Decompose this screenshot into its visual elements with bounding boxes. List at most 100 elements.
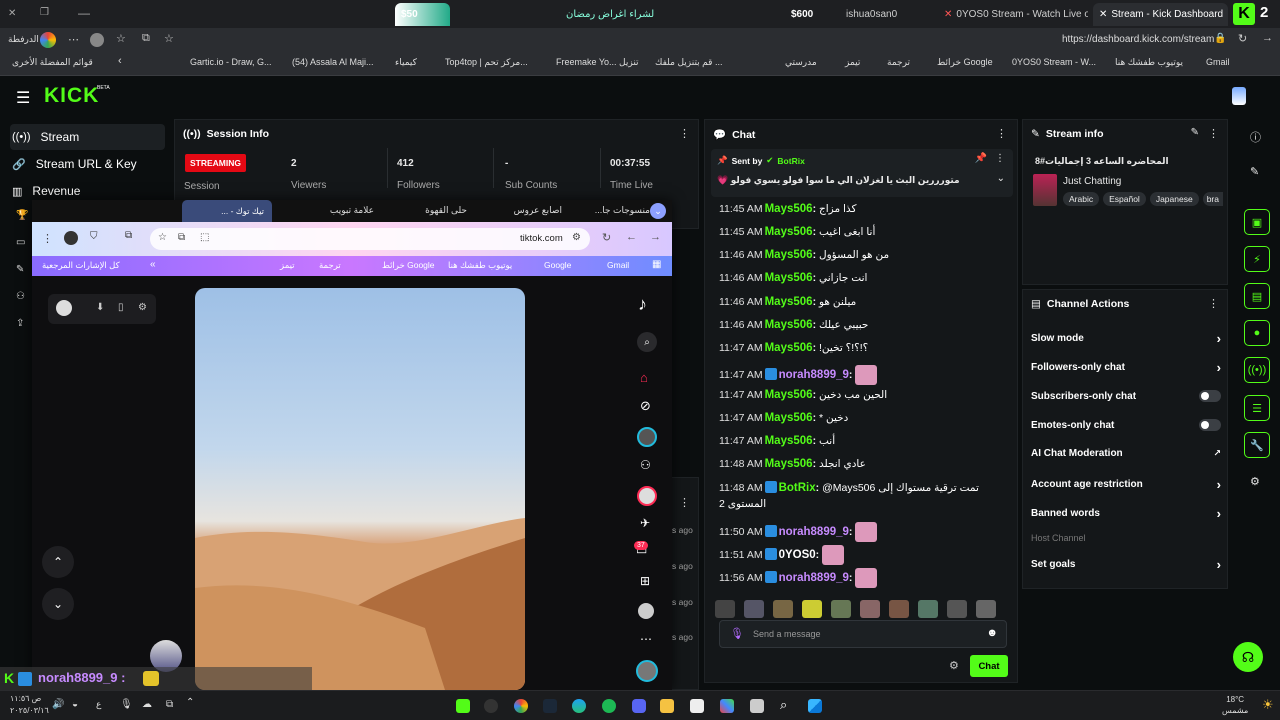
rail-button-chat[interactable]: ●: [1244, 320, 1270, 346]
message-username[interactable]: Mays506: [765, 296, 813, 308]
nav-stream[interactable]: ((•)) Stream: [12, 130, 79, 144]
close-tab-icon[interactable]: ✕: [1099, 9, 1107, 20]
tiktok-tab[interactable]: منسوجات جا...: [572, 205, 650, 216]
message-username[interactable]: Mays506: [765, 249, 813, 261]
chat-message[interactable]: 11:47 AM Mays506: !؟!؟!؟ تخين: [719, 342, 868, 354]
bookmark-item[interactable]: خرائط Google: [382, 260, 435, 271]
chat-message[interactable]: 11:46 AM Mays506: ميلنن هو: [719, 296, 856, 308]
screenshot-icon[interactable]: ⬚: [200, 232, 209, 243]
rail-button-bolt[interactable]: ⚡: [1244, 246, 1270, 272]
more-icon[interactable]: ⋮: [679, 127, 690, 140]
bookmark-item[interactable]: ترجمة: [887, 57, 910, 68]
bookmark-item[interactable]: يوتيوب طفشك هنا: [448, 260, 512, 271]
profile-label[interactable]: الدرفطة: [8, 34, 39, 45]
site-info-icon[interactable]: ⚙: [572, 232, 581, 243]
user-avatar[interactable]: [1232, 87, 1246, 105]
wifi-icon[interactable]: ◒: [72, 699, 78, 710]
bookmark-item[interactable]: كيمياء: [395, 57, 417, 68]
phone-icon[interactable]: ▯: [118, 302, 124, 313]
menu-dots-icon[interactable]: ⋯: [68, 33, 79, 46]
tiktok-tab-active[interactable]: تيك توك - ...: [182, 200, 272, 222]
chat-message[interactable]: 11:47 AM Mays506: أنب: [719, 435, 835, 447]
close-window-icon[interactable]: ✕: [8, 8, 16, 19]
upload-icon[interactable]: ⊞: [640, 574, 650, 588]
chat-message[interactable]: 11:46 AM Mays506: انت جازاني: [719, 272, 867, 284]
bookmark-item[interactable]: تيمز: [845, 57, 860, 68]
home-icon[interactable]: ⌂: [640, 370, 648, 385]
discord-icon[interactable]: [632, 699, 646, 713]
search-icon[interactable]: ⌕: [780, 697, 787, 713]
volume-icon[interactable]: 🔊: [52, 699, 64, 710]
chat-message[interactable]: 11:50 AM norah8899_9:: [719, 522, 878, 542]
emote-icon[interactable]: [918, 600, 938, 618]
steam-icon[interactable]: [543, 699, 557, 713]
more-icon[interactable]: ⋮: [1208, 297, 1219, 310]
profile-icon[interactable]: [638, 603, 654, 619]
gear-icon[interactable]: ⚙: [949, 659, 959, 672]
obs-icon[interactable]: [484, 699, 498, 713]
message-username[interactable]: norah8899_9: [779, 526, 849, 538]
more-icon[interactable]: ⋮: [996, 127, 1007, 140]
scroll-down-button[interactable]: ⌄: [42, 588, 74, 620]
more-icon[interactable]: ⋮: [679, 496, 690, 509]
emote-icon[interactable]: [831, 600, 851, 618]
upload-icon[interactable]: ⇪: [16, 318, 24, 329]
emote-icon[interactable]: [947, 600, 967, 618]
following-avatar[interactable]: [637, 427, 657, 447]
tiktok-url-field[interactable]: ☆ ⧉ ⬚ tiktok.com ⚙: [150, 228, 590, 250]
emote-icon[interactable]: [715, 600, 735, 618]
network-icon[interactable]: ⧉: [166, 699, 173, 710]
trophy-icon[interactable]: 🏆: [16, 210, 28, 221]
emote-icon[interactable]: [860, 600, 880, 618]
tab-oyoso-stream[interactable]: ✕ 0YOS0 Stream - Watch Live on Kick: [938, 3, 1088, 26]
message-username[interactable]: Mays506: [765, 389, 813, 401]
emote-icon[interactable]: [976, 600, 996, 618]
extensions-icon[interactable]: ⧉: [125, 230, 132, 241]
file-explorer-icon[interactable]: [660, 699, 674, 713]
pinned-message[interactable]: 📌 Sent by ✔ BotRix متورررين البث يا لغزل…: [711, 149, 1013, 197]
forward-icon[interactable]: ←: [626, 231, 637, 243]
puzzle-icon[interactable]: ⚙: [1250, 475, 1260, 488]
add-favorite-icon[interactable]: ☆: [164, 32, 174, 45]
emotes-only-toggle[interactable]: [1199, 419, 1221, 431]
action-slow-mode[interactable]: Slow mode ›: [1031, 331, 1221, 346]
tab-ishua[interactable]: ishua0san0: [840, 3, 930, 26]
store-icon[interactable]: [690, 699, 704, 713]
extension-icon[interactable]: ⛉: [90, 231, 98, 242]
mic-icon[interactable]: 🎙: [120, 699, 133, 710]
back-icon[interactable]: →: [650, 231, 661, 243]
chat-message[interactable]: 11:47 AM norah8899_9:: [719, 365, 878, 385]
bookmark-item[interactable]: Gmail: [607, 260, 629, 270]
rail-button-wrench[interactable]: 🔧: [1244, 432, 1270, 458]
message-username[interactable]: Mays506: [765, 342, 813, 354]
chat-message[interactable]: 11:48 AM BotRix: @Mays506 تمت ترقية مستوا…: [719, 481, 979, 494]
unpin-icon[interactable]: 📌: [975, 153, 987, 164]
tab-promo-50[interactable]: $50: [395, 3, 450, 26]
rail-button-camera[interactable]: ▣: [1244, 209, 1270, 235]
search-icon[interactable]: ⌕: [637, 332, 657, 352]
close-tab-icon[interactable]: ✕: [944, 9, 952, 20]
download-icon[interactable]: ⬇: [96, 302, 104, 313]
action-followers-only[interactable]: Followers-only chat ›: [1031, 360, 1221, 375]
friends-icon[interactable]: ⚇: [640, 458, 651, 472]
bookmark-item[interactable]: Google: [544, 260, 571, 270]
action-account-age[interactable]: Account age restriction ›: [1031, 477, 1221, 492]
chevron-down-icon[interactable]: ⌄: [997, 173, 1005, 184]
reload-icon[interactable]: ↻: [602, 231, 611, 244]
emoji-icon[interactable]: ☻: [986, 627, 998, 639]
task-view-icon[interactable]: [750, 699, 764, 713]
chat-input[interactable]: 🎙 Send a message ☻: [719, 620, 1007, 648]
message-username[interactable]: Mays506: [765, 272, 813, 284]
weather-widget[interactable]: 18°C مشمس: [1222, 694, 1248, 716]
profile-avatar[interactable]: [64, 231, 78, 245]
chat-message[interactable]: 11:45 AM Mays506: أنا ابغى اغيب: [719, 226, 875, 238]
chat-message[interactable]: 11:47 AM Mays506: * دخين: [719, 412, 848, 424]
tab-ramadan[interactable]: لشراء اغراض رمضان: [560, 3, 680, 26]
collections-icon[interactable]: ⧉: [142, 32, 150, 45]
extension-icon[interactable]: [90, 33, 104, 47]
bookmark-item[interactable]: (54) Assala Al Maji...: [292, 57, 374, 67]
message-username[interactable]: 0YOS0: [779, 549, 816, 561]
pencil-icon[interactable]: ✎: [1250, 165, 1259, 178]
kick-logo[interactable]: KICK: [44, 84, 99, 108]
info-icon[interactable]: ⓘ: [1250, 129, 1261, 145]
